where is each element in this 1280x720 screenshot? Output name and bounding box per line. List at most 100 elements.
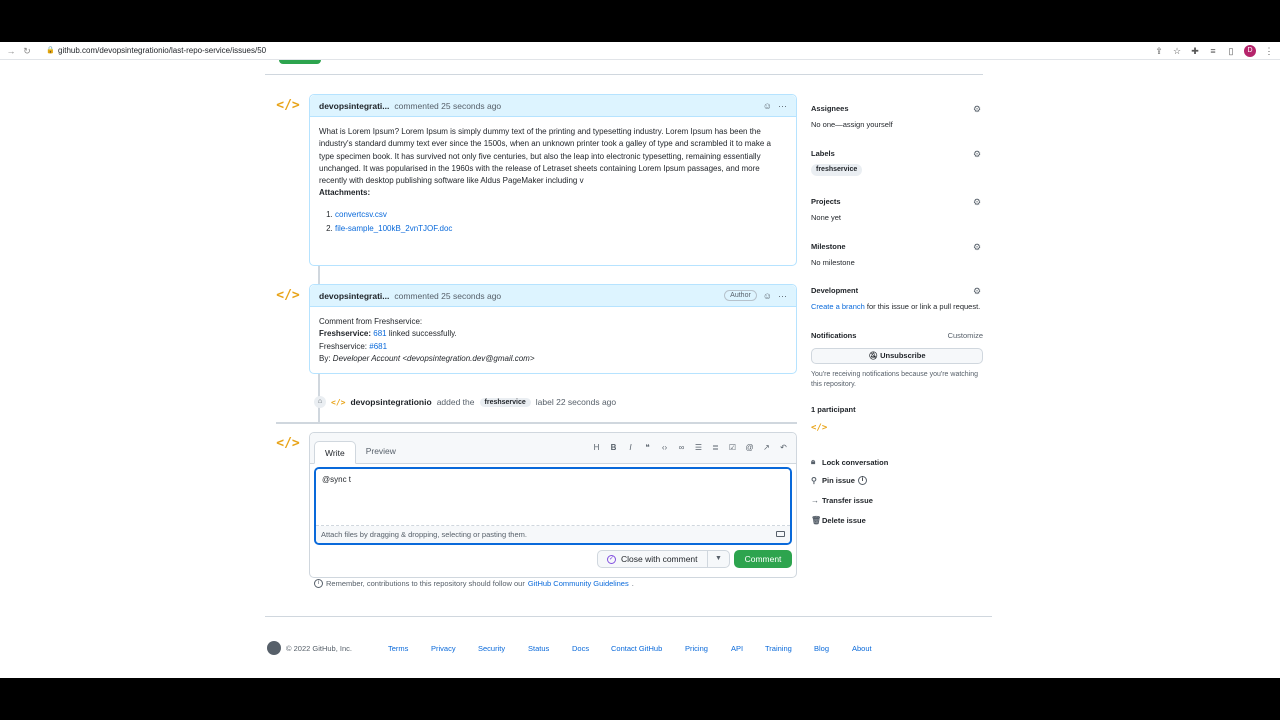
chevron-down-icon[interactable]: ▼ [707, 551, 729, 567]
task-list-icon[interactable]: ☑ [728, 443, 737, 453]
reaction-smiley-icon[interactable]: ☺ [763, 101, 772, 111]
address-bar[interactable]: github.com/devopsintegrationio/last-repo… [58, 46, 266, 55]
comment-button[interactable]: Comment [734, 550, 792, 568]
author-avatar[interactable]: </> [276, 284, 300, 308]
footer-link-api[interactable]: API [731, 644, 743, 653]
attach-hint: Attach files by dragging & dropping, sel… [321, 530, 527, 539]
numbered-list-icon[interactable]: ≣ [711, 443, 720, 453]
comment-time[interactable]: commented 25 seconds ago [394, 101, 501, 111]
tab-write[interactable]: Write [314, 441, 356, 464]
share-icon[interactable]: ⇪ [1154, 46, 1164, 57]
footer-link-security[interactable]: Security [478, 644, 505, 653]
footer-link-status[interactable]: Status [528, 644, 549, 653]
attach-files-bar[interactable]: Attach files by dragging & dropping, sel… [316, 526, 790, 543]
create-branch-link[interactable]: Create a branch [811, 302, 865, 311]
footer-link-privacy[interactable]: Privacy [431, 644, 456, 653]
close-issue-icon: ✓ [607, 554, 616, 564]
footer-link-pricing[interactable]: Pricing [685, 644, 708, 653]
footer-link-about[interactable]: About [852, 644, 872, 653]
sidebar-milestone: Milestone ⚙ No milestone [811, 242, 983, 268]
list-item: file-sample_100kB_2vnTJOF.doc [335, 222, 787, 236]
comment-time[interactable]: commented 25 seconds ago [394, 291, 501, 301]
ticket-link[interactable]: #681 [369, 342, 387, 351]
sidebar-assignees: Assignees ⚙ No one—assign yourself [811, 104, 983, 130]
community-guidelines-link[interactable]: GitHub Community Guidelines [528, 579, 629, 588]
info-icon: i [314, 579, 323, 588]
freshservice-label: Freshservice: [319, 329, 372, 339]
comment-author[interactable]: devopsintegrati... [319, 101, 389, 111]
author-avatar[interactable]: </> [276, 94, 300, 118]
label-pill[interactable]: freshservice [811, 164, 863, 176]
comment-card: devopsintegrati... commented 25 seconds … [309, 94, 797, 266]
gear-icon[interactable]: ⚙ [973, 286, 983, 296]
unsubscribe-button[interactable]: 🔕︎ Unsubscribe [811, 348, 983, 364]
comment-body: What is Lorem Ipsum? Lorem Ipsum is simp… [310, 117, 796, 244]
ticket-link[interactable]: 681 [373, 329, 386, 338]
profile-avatar[interactable]: D [1244, 45, 1256, 57]
footer-link-terms[interactable]: Terms [388, 644, 408, 653]
participant-avatar[interactable]: </> [811, 423, 983, 433]
delete-issue-action[interactable]: 🗑︎ Delete issue [811, 516, 866, 525]
heading-icon[interactable]: H [592, 443, 601, 453]
bold-icon[interactable]: B [609, 443, 618, 453]
lock-conversation-action[interactable]: 🔒︎ Lock conversation [811, 457, 888, 467]
labels-title[interactable]: Labels [811, 149, 983, 159]
markdown-icon[interactable] [776, 531, 785, 537]
pin-icon: ⚲ [811, 476, 817, 485]
comment-textarea[interactable]: @sync t [316, 469, 790, 526]
event-actor[interactable]: devopsintegrationio [350, 397, 431, 407]
close-with-comment-button[interactable]: ✓ Close with comment ▼ [597, 550, 730, 568]
reading-list-icon[interactable]: ≡ [1208, 46, 1218, 57]
assignees-title[interactable]: Assignees [811, 104, 983, 114]
footer-link-docs[interactable]: Docs [572, 644, 589, 653]
transfer-issue-action[interactable]: → Transfer issue [811, 496, 873, 505]
github-logo-icon[interactable] [267, 641, 281, 655]
more-options-icon[interactable]: ··· [778, 101, 787, 111]
actor-avatar[interactable]: </> [331, 398, 345, 407]
forward-icon[interactable]: → [6, 46, 16, 56]
gear-icon[interactable]: ⚙ [973, 149, 983, 159]
attachment-link[interactable]: convertcsv.csv [335, 210, 387, 219]
quote-icon[interactable]: ❝ [643, 443, 652, 453]
unsubscribe-label: Unsubscribe [880, 351, 926, 360]
extensions-icon[interactable]: ✚ [1190, 46, 1200, 57]
link-icon[interactable]: ∞ [677, 443, 686, 453]
more-options-icon[interactable]: ··· [778, 291, 787, 301]
gear-icon[interactable]: ⚙ [973, 197, 983, 207]
author-badge: Author [724, 290, 757, 301]
bookmark-star-icon[interactable]: ☆ [1172, 46, 1182, 57]
projects-title[interactable]: Projects [811, 197, 983, 207]
notifications-note: You're receiving notifications because y… [811, 371, 979, 388]
mention-icon[interactable]: @ [745, 443, 754, 453]
comment-author[interactable]: devopsintegrati... [319, 291, 389, 301]
code-icon[interactable]: ‹› [660, 443, 669, 453]
comment-line: Freshservice: 681 linked successfully. [319, 328, 787, 340]
gear-icon[interactable]: ⚙ [973, 242, 983, 252]
reload-icon[interactable]: ↻ [22, 46, 32, 56]
customize-link[interactable]: Customize [948, 331, 983, 340]
reply-icon[interactable]: ↶ [779, 443, 788, 453]
label-pill[interactable]: freshservice [479, 397, 531, 407]
attachments-heading: Attachments: [319, 188, 371, 198]
italic-icon[interactable]: I [626, 443, 635, 453]
markdown-toolbar: H B I ❝ ‹› ∞ ☰ ≣ ☑ @ ↗ ↶ [592, 443, 788, 453]
footer-link-contact[interactable]: Contact GitHub [611, 644, 662, 653]
tab-preview[interactable]: Preview [356, 440, 406, 463]
footer-link-training[interactable]: Training [765, 644, 792, 653]
reference-icon[interactable]: ↗ [762, 443, 771, 453]
gear-icon[interactable]: ⚙ [973, 104, 983, 114]
transfer-issue-label: Transfer issue [822, 496, 873, 505]
development-title[interactable]: Development [811, 286, 983, 296]
reaction-smiley-icon[interactable]: ☺ [763, 291, 772, 301]
lock-icon[interactable]: 🔒 [46, 47, 55, 55]
milestone-title[interactable]: Milestone [811, 242, 983, 252]
sidepanel-icon[interactable]: ▯ [1226, 46, 1236, 57]
kebab-menu-icon[interactable]: ⋮ [1264, 46, 1274, 57]
assign-yourself-link[interactable]: assign yourself [843, 120, 893, 129]
footer-link-blog[interactable]: Blog [814, 644, 829, 653]
event-text[interactable]: label 22 seconds ago [536, 397, 616, 407]
bulleted-list-icon[interactable]: ☰ [694, 443, 703, 453]
info-icon[interactable]: i [857, 476, 867, 485]
pin-issue-action[interactable]: ⚲ Pin issue i [811, 476, 867, 485]
attachment-link[interactable]: file-sample_100kB_2vnTJOF.doc [335, 224, 452, 233]
